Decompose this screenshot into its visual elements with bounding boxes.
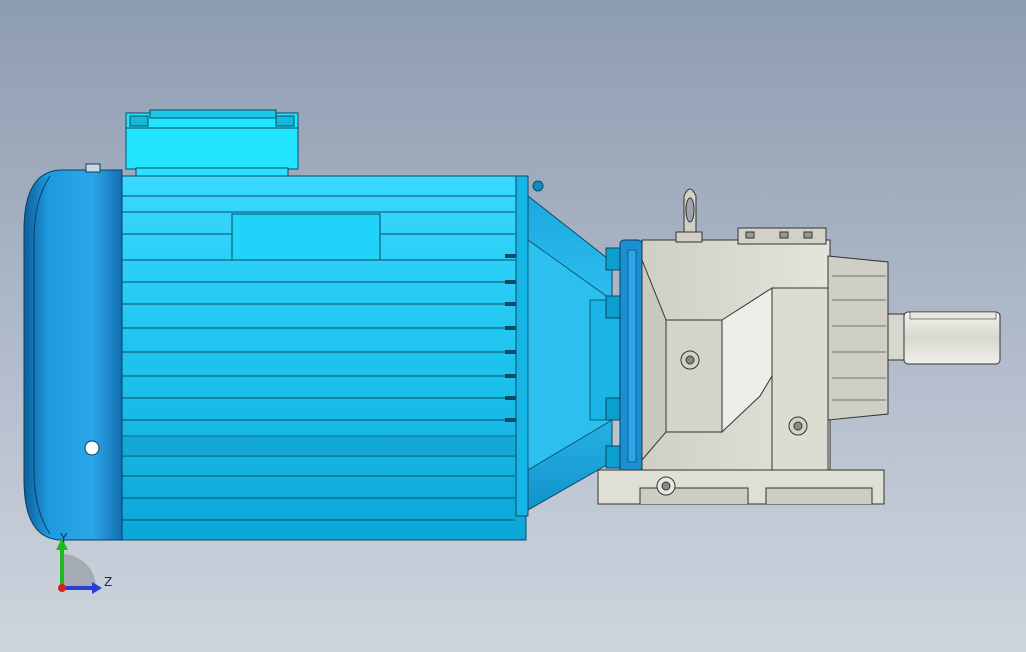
nameplate <box>231 213 381 261</box>
x-axis-icon <box>58 584 66 592</box>
adapter-flange[interactable] <box>527 194 643 511</box>
gearbox-foot[interactable] <box>597 469 885 505</box>
z-axis-label: Z <box>104 575 112 589</box>
gearbox-housing[interactable] <box>641 227 889 473</box>
cover-screw-icon <box>84 440 100 456</box>
output-shaft[interactable] <box>887 311 1001 365</box>
y-axis-label: Y <box>59 531 68 545</box>
motor-body[interactable] <box>115 175 544 541</box>
lifting-eye-icon <box>675 188 703 243</box>
fan-cover[interactable] <box>23 163 123 541</box>
orientation-triad[interactable]: Y Z <box>40 530 130 600</box>
gear-motor-model[interactable] <box>0 0 1026 652</box>
cad-viewport[interactable]: Y Z <box>0 0 1026 652</box>
